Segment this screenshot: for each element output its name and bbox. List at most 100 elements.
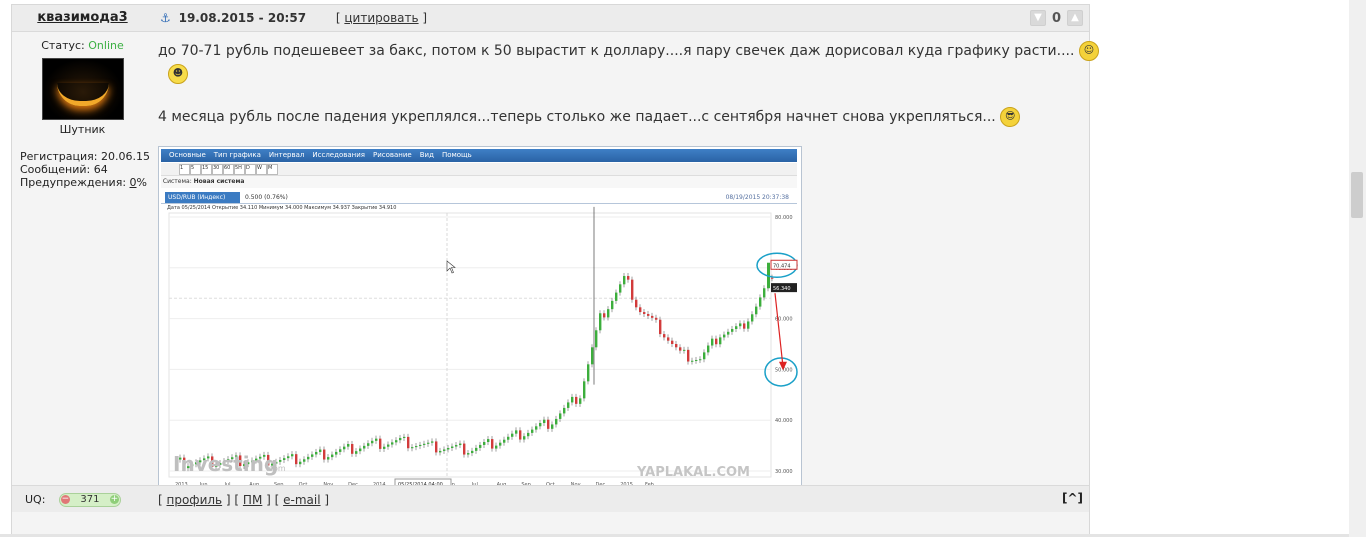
candle-body: [607, 309, 610, 318]
thumb-down-icon[interactable]: ▼: [1029, 10, 1046, 26]
candle-body: [519, 430, 522, 440]
candle-body: [511, 433, 514, 437]
candlestick-plot: 80.00070.00060.00050.00040.00030.0002013…: [168, 206, 798, 506]
author-name-text[interactable]: квазимода3: [37, 10, 127, 25]
candle-body: [383, 446, 386, 449]
scroll-top-button[interactable]: [^]: [1062, 491, 1083, 505]
investing-watermark-suffix: .com: [266, 464, 286, 473]
chart-screenshot[interactable]: Основные Тип графика Интервал Исследования Р…: [158, 146, 802, 510]
candle-body: [667, 337, 670, 341]
yaplakal-watermark: YAPLAKAL.COM: [636, 465, 750, 480]
candle-body: [727, 331, 730, 335]
candle-body: [435, 441, 438, 453]
candle-body: [683, 349, 686, 351]
candle-body: [659, 319, 662, 335]
post-footer: UQ: −371 + [ профиль ] [ ПМ ] [ e-mail ] …: [12, 485, 1089, 512]
status: Статус: Online: [41, 39, 124, 52]
candle-body: [535, 426, 538, 430]
plot-area: [168, 212, 772, 478]
candle-body: [703, 352, 706, 360]
cool-smiley-icon: 😎: [1000, 107, 1021, 127]
candle-body: [583, 381, 586, 399]
forecast-arrow: [774, 293, 784, 367]
candle-body: [691, 360, 694, 362]
vote-box: ▼ 0 ▲: [1029, 9, 1083, 27]
candle-body: [755, 306, 758, 315]
candle-body: [359, 448, 362, 452]
candle-body: [523, 436, 526, 440]
candle-body: [283, 458, 286, 460]
plus-icon[interactable]: +: [109, 495, 119, 504]
grin-image: [56, 83, 109, 106]
candle-body: [323, 449, 326, 460]
pm-link[interactable]: ПМ: [243, 493, 262, 507]
candle-body: [451, 446, 454, 448]
candle-body: [387, 444, 390, 447]
candle-body: [475, 447, 478, 451]
quote-label[interactable]: цитировать: [344, 11, 418, 25]
candle-body: [639, 307, 642, 313]
candle-body: [647, 313, 650, 316]
scrollbar[interactable]: [1349, 0, 1366, 537]
profile-link[interactable]: профиль: [167, 493, 223, 507]
author-name[interactable]: квазимода3: [12, 5, 153, 31]
avatar[interactable]: [41, 58, 124, 120]
candle-body: [579, 398, 582, 404]
candle-body: [651, 315, 654, 318]
online-status: Online: [88, 39, 124, 52]
candle-body: [591, 347, 594, 365]
candle-body: [635, 299, 638, 308]
candle-body: [303, 459, 306, 462]
candle-body: [391, 442, 394, 445]
candle-body: [363, 445, 366, 449]
registration: Регистрация: 20.06.15: [20, 150, 150, 163]
candle-body: [403, 436, 406, 438]
user-stats: Регистрация: 20.06.15 Сообщений: 64 Пред…: [20, 150, 153, 189]
user-links: [ профиль ] [ ПМ ] [ e-mail ]: [158, 493, 330, 507]
vote-count: 0: [1051, 10, 1061, 26]
candle-body: [567, 402, 570, 408]
candle-body: [731, 329, 734, 332]
minus-icon[interactable]: −: [60, 495, 70, 504]
smoking-smiley-icon: ☺: [1078, 41, 1099, 61]
candle-body: [491, 439, 494, 449]
forum-post: квазимода3 ⚓ 19.08.2015 - 20:57 [ цитиро…: [11, 4, 1099, 536]
candle-body: [603, 313, 606, 318]
candle-body: [671, 340, 674, 344]
candle-body: [559, 413, 562, 419]
candle-body: [419, 444, 422, 447]
candle-body: [431, 441, 434, 443]
candle-body: [407, 436, 410, 449]
thumb-up-icon[interactable]: ▲: [1067, 10, 1083, 26]
candle-body: [439, 450, 442, 453]
candle-body: [427, 442, 430, 444]
candle-body: [619, 284, 622, 293]
medal-smiley-icon: ☻: [168, 64, 188, 84]
candle-body: [315, 451, 318, 455]
candle-body: [327, 457, 330, 460]
candle-body: [507, 436, 510, 440]
candle-body: [655, 317, 658, 320]
candle-body: [531, 429, 534, 433]
y-tick-label: 80.000: [775, 215, 793, 221]
candle-body: [675, 344, 678, 348]
candle-body: [643, 312, 646, 314]
candle-body: [423, 443, 426, 445]
candle-body: [291, 454, 294, 457]
scrollbar-thumb[interactable]: [1351, 172, 1363, 218]
candle-body: [771, 277, 774, 279]
message-count: Сообщений: 64: [20, 163, 108, 176]
candle-body: [459, 443, 462, 446]
email-link[interactable]: e-mail: [283, 493, 320, 507]
warning-link[interactable]: 0: [130, 176, 137, 189]
candle-body: [687, 349, 690, 362]
candle-body: [483, 442, 486, 445]
candle-body: [367, 443, 370, 446]
candle-body: [463, 443, 466, 455]
candle-body: [339, 449, 342, 452]
candle-body: [471, 450, 474, 454]
candle-body: [539, 422, 542, 427]
anchor-icon[interactable]: ⚓: [160, 11, 171, 25]
quote-link[interactable]: [ цитировать ]: [336, 11, 427, 25]
post-text-line-2: 4 месяца рубль после падения укреплялся.…: [158, 107, 1021, 127]
